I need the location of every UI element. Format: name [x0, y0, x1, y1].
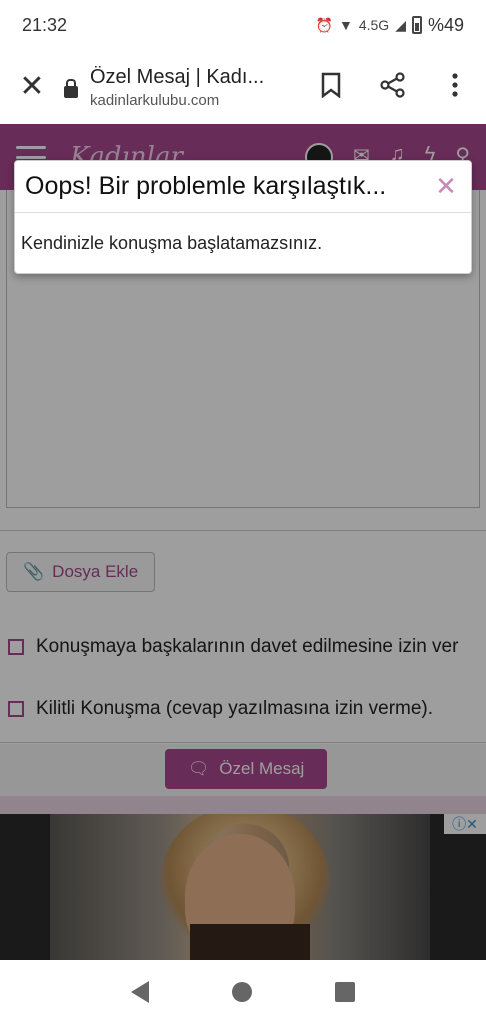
status-time: 21:32 — [22, 14, 68, 35]
more-vert-icon — [452, 72, 458, 97]
share-button[interactable] — [362, 71, 424, 103]
page-title: Özel Mesaj | Kadı... — [90, 65, 265, 88]
browser-toolbar: ✕ Özel Mesaj | Kadı... kadinlarkulubu.co… — [0, 50, 486, 124]
signal-icon: ◢ — [395, 16, 406, 33]
network-label: 4.5G — [358, 17, 390, 33]
close-tab-button[interactable]: ✕ — [0, 50, 64, 124]
bookmark-button[interactable] — [300, 72, 362, 103]
page-url: kadinlarkulubu.com — [90, 91, 220, 109]
error-dialog: Oops! Bir problemle karşılaştık... ✕ Ken… — [14, 160, 472, 274]
recents-icon[interactable] — [334, 982, 355, 1002]
dialog-title: Oops! Bir problemle karşılaştık... — [25, 172, 387, 200]
more-menu-button[interactable] — [424, 72, 486, 103]
battery-icon — [411, 16, 422, 34]
back-icon[interactable] — [131, 981, 150, 1003]
share-icon — [380, 71, 405, 98]
lock-icon — [64, 79, 78, 98]
bookmark-icon — [321, 72, 341, 98]
status-bar: 21:32 ⏰ ▼ 4.5G ◢ %49 — [0, 0, 486, 50]
dialog-message: Kendinizle konuşma başlatamazsınız. — [21, 233, 323, 253]
browser-address[interactable]: Özel Mesaj | Kadı... kadinlarkulubu.com — [90, 66, 300, 109]
system-nav-bar — [0, 960, 486, 1024]
alarm-icon: ⏰ — [315, 16, 333, 33]
home-icon[interactable] — [231, 982, 252, 1002]
wifi-icon: ▼ — [338, 17, 353, 33]
battery-percent: %49 — [427, 14, 464, 35]
close-dialog-button[interactable]: ✕ — [431, 171, 461, 202]
